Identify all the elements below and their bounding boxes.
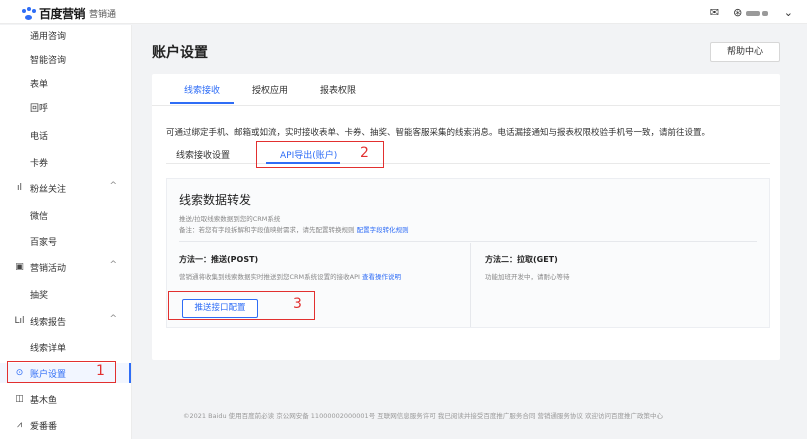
sidebar-item-activity[interactable]: ▣ 营销活动 ^ [0,257,131,277]
mail-icon[interactable]: ✉ [710,6,719,19]
product-name: 营销通 [89,10,117,20]
page-description: 可通过绑定手机、邮箱或如流，实时接收表单、卡券、抽奖、智能客服采集的线索消息。电… [166,128,711,138]
paw-logo-icon [22,7,36,20]
fish-icon: ◫ [15,394,24,404]
method1-desc: 营销通将收集到线索数据实时推送到您CRM系统设置的接收API 查看操作说明 [179,271,401,281]
sidebar-item-label: 粉丝关注 [30,184,67,195]
view-instructions-link[interactable]: 查看操作说明 [362,273,401,281]
sidebar-item-wechat[interactable]: 微信 [0,205,131,225]
footer: ©2021 Baidu 使用百度前必读 京公网安备 11000002000001… [183,412,663,420]
subtab-lead-receive-settings[interactable]: 线索接收设置 [176,148,230,161]
report-icon: Lıl [14,316,25,326]
sidebar-item-fans[interactable]: ıl 粉丝关注 ^ [0,178,131,198]
active-subtab-indicator [266,162,340,164]
chevron-down-icon[interactable]: ⌄ [784,6,793,19]
method1-desc-text: 营销通将收集到线索数据实时推送到您CRM系统设置的接收API [179,273,360,281]
activity-icon: ▣ [15,262,24,272]
help-center-button[interactable]: 帮助中心 [710,42,780,62]
subtab-api-export[interactable]: API导出(账户) [280,148,337,161]
sidebar-item-report[interactable]: Lıl 线索报告 ^ [0,311,131,331]
page-title: 账户设置 [152,45,208,61]
sidebar-item-label: 线索详单 [30,343,67,354]
sidebar-item-label: 抽奖 [30,290,49,301]
annotation-number-1: 1 [96,363,105,379]
user-icon[interactable]: ⊛ [733,6,770,19]
divider [179,241,757,242]
aifanfan-icon: ⩘ [16,420,23,430]
method2-desc: 功能加班开发中，请耐心等待 [485,273,570,281]
sidebar-item-account-settings[interactable]: ⊙ 账户设置 [0,363,131,383]
sidebar-item-label: 账户设置 [30,369,67,380]
sidebar-item-phone[interactable]: 电话 [0,125,131,145]
lead-forward-panel: 线索数据转发 推送/拉取线索数据到您的CRM系统 备注：若您有字段拆解和字段值映… [166,178,770,328]
active-tab-indicator [170,102,234,104]
chevron-up-icon: ^ [109,260,117,270]
annotation-number-2: 2 [360,145,369,161]
field-transform-rule-link[interactable]: 配置字段转化规则 [357,226,409,234]
sidebar-item-label: 微信 [30,211,49,222]
sidebar-item-coupon[interactable]: 卡券 [0,152,131,172]
push-api-config-button[interactable]: 推送接口配置 [182,299,258,318]
sidebar-item-label: 通用咨询 [30,31,67,42]
sidebar-item-callback[interactable]: 回呼 [0,97,131,117]
sidebar-item-aifanfan[interactable]: ⩘ 爱番番 [0,415,131,435]
top-tabs: 线索接收 授权应用 报表权限 [152,74,780,106]
tab-lead-receive[interactable]: 线索接收 [184,83,220,96]
sidebar-item-label: 基木鱼 [30,395,58,406]
settings-card: 线索接收 授权应用 报表权限 可通过绑定手机、邮箱或如流，实时接收表单、卡券、抽… [152,74,780,360]
sidebar-item-jimuyu[interactable]: ◫ 基木鱼 [0,389,131,409]
sidebar-item-label: 表单 [30,79,49,90]
sidebar-item-label: 营销活动 [30,263,67,274]
sidebar-item-label: 爱番番 [30,421,58,432]
sidebar-item-lead-detail[interactable]: 线索详单 [0,337,131,357]
top-bar: 百度营销 营销通 ✉ ⊛ ⌄ [0,0,807,24]
panel-note: 推送/拉取线索数据到您的CRM系统 [179,215,281,223]
chevron-up-icon: ^ [109,181,117,191]
divider [470,243,471,327]
sidebar-item-label: 百家号 [30,237,58,248]
sidebar-item-label: 智能咨询 [30,55,67,66]
sidebar: 通用咨询 智能咨询 表单 回呼 电话 卡券 ıl 粉丝关注 ^ 微信 百家号 ▣… [0,25,132,439]
tab-report-permission[interactable]: 报表权限 [320,83,356,96]
sidebar-item-baijiahao[interactable]: 百家号 [0,231,131,251]
panel-remark: 备注：若您有字段拆解和字段值映射需求，请先配置转换规则 配置字段转化规则 [179,224,409,234]
brand-name: 百度营销 [39,7,86,21]
logo[interactable]: 百度营销 营销通 [22,5,116,22]
sidebar-item-form[interactable]: 表单 [0,73,131,93]
settings-icon: ⊙ [15,368,24,378]
annotation-number-3: 3 [293,296,302,312]
chevron-up-icon: ^ [109,314,117,324]
panel-title: 线索数据转发 [179,193,252,207]
method1-title: 方法一：推送(POST) [179,255,259,264]
sidebar-item-label: 卡券 [30,158,49,169]
sidebar-item-label: 线索报告 [30,317,67,328]
sidebar-item-lottery[interactable]: 抽奖 [0,284,131,304]
tab-authorized-apps[interactable]: 授权应用 [252,83,288,96]
sidebar-item-general-consult[interactable]: 通用咨询 [0,25,131,45]
sub-tabs: 线索接收设置 API导出(账户) [166,144,770,164]
chart-icon: ıl [16,183,22,193]
method2-title: 方法二：拉取(GET) [485,255,558,264]
panel-remark-text: 备注：若您有字段拆解和字段值映射需求，请先配置转换规则 [179,226,355,234]
sidebar-item-smart-consult[interactable]: 智能咨询 [0,49,131,69]
sidebar-item-label: 回呼 [30,103,49,114]
sidebar-item-label: 电话 [30,131,49,142]
